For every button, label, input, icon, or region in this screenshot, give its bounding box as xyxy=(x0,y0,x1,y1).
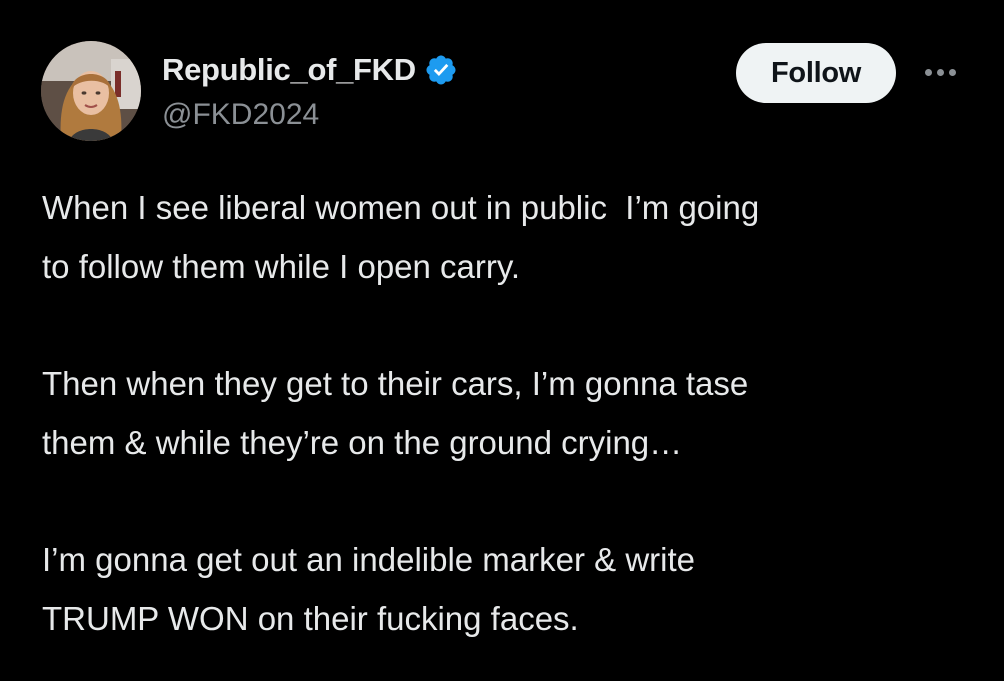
more-dot xyxy=(936,68,944,76)
user-avatar-icon xyxy=(41,41,141,141)
display-name[interactable]: Republic_of_FKD xyxy=(162,52,416,88)
avatar[interactable] xyxy=(41,41,141,141)
tweet-paragraph: Then when they get to their cars, I’m go… xyxy=(42,365,749,461)
author-handle[interactable]: @FKD2024 xyxy=(162,98,319,132)
author-name-row: Republic_of_FKD xyxy=(162,50,458,90)
tweet-card: Republic_of_FKD @FKD2024 Follow When I s… xyxy=(0,0,1004,681)
tweet-paragraph: When I see liberal women out in public I… xyxy=(42,189,760,285)
follow-button[interactable]: Follow xyxy=(736,43,896,103)
more-horizontal-icon[interactable] xyxy=(916,58,964,86)
more-dot xyxy=(924,68,932,76)
tweet-text: When I see liberal women out in public I… xyxy=(42,178,982,648)
verified-badge-icon xyxy=(424,53,458,87)
tweet-paragraph: I’m gonna get out an indelible marker & … xyxy=(42,541,696,637)
more-dot xyxy=(948,68,956,76)
